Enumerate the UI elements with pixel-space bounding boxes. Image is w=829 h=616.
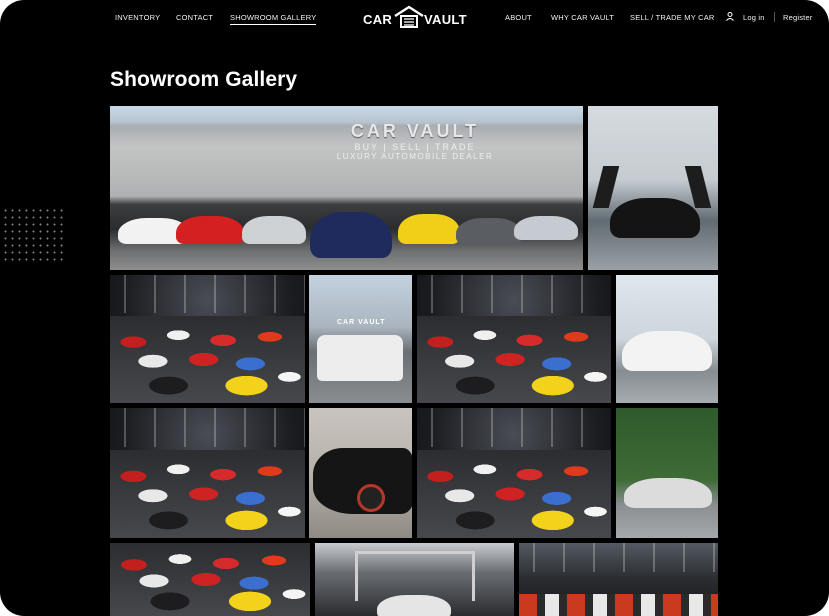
- user-icon: [726, 12, 734, 21]
- showroom-exterior-image[interactable]: CAR VAULT BUY | SELL | TRADE LUXURY AUTO…: [110, 106, 583, 270]
- ceiling-lights: [417, 408, 611, 447]
- parked-cars: [417, 315, 611, 403]
- car-shape: [514, 216, 578, 240]
- car-shape: [317, 335, 403, 381]
- page-title: Showroom Gallery: [110, 68, 298, 91]
- garage-image-1[interactable]: [110, 275, 305, 403]
- car-shape: [377, 595, 451, 616]
- car-shape: [624, 478, 712, 508]
- hero-sign-sub2: LUXURY AUTOMOBILE DEALER: [336, 152, 494, 161]
- garage-image-4[interactable]: [417, 408, 611, 538]
- nav-why-car-vault-link[interactable]: WHY CAR VAULT: [551, 13, 614, 22]
- hero-sign-sub1: BUY | SELL | TRADE: [354, 142, 476, 152]
- outdoor-lambo-image[interactable]: [616, 408, 718, 538]
- car-shape: [456, 218, 522, 244]
- car-shape: [398, 214, 460, 244]
- ceiling-lights: [110, 408, 305, 447]
- car-shape: [176, 216, 244, 244]
- garage-image-7[interactable]: [519, 543, 718, 616]
- ceiling-lights: [110, 275, 305, 314]
- nav-inventory-link[interactable]: INVENTORY: [115, 13, 160, 22]
- top-navigation: INVENTORY CONTACT SHOWROOM GALLERY CAR V…: [0, 0, 829, 36]
- garage-image-5[interactable]: [110, 543, 310, 616]
- hero-sign-text: CAR VAULT: [350, 121, 480, 141]
- car-vault-logo[interactable]: CAR VAULT: [363, 5, 467, 29]
- nav-divider: [774, 12, 775, 22]
- garage-image-3[interactable]: [110, 408, 305, 538]
- register-link[interactable]: Register: [783, 13, 813, 22]
- vault-house-icon: [394, 5, 424, 28]
- nav-sell-trade-link[interactable]: SELL / TRADE MY CAR: [630, 13, 715, 22]
- page-frame: INVENTORY CONTACT SHOWROOM GALLERY CAR V…: [0, 0, 829, 616]
- lamborghini-image[interactable]: [588, 106, 718, 270]
- parked-cars: [417, 449, 611, 538]
- ceiling-lights: [417, 275, 611, 314]
- login-link[interactable]: Log in: [743, 13, 765, 22]
- garage-frame-shape: [355, 551, 475, 601]
- urus-image[interactable]: [309, 408, 412, 538]
- car-shape: [622, 331, 712, 371]
- parked-cars: [110, 315, 305, 403]
- garage-image-2[interactable]: [417, 275, 611, 403]
- garage-image-6[interactable]: [315, 543, 514, 616]
- car-shape: [242, 216, 306, 244]
- wheel-shape: [357, 484, 385, 512]
- car-shape: [610, 198, 700, 238]
- car-shape: [310, 212, 392, 258]
- building-sign: CAR VAULT: [337, 319, 386, 326]
- gclass-image[interactable]: CAR VAULT: [309, 275, 412, 403]
- nav-about-link[interactable]: ABOUT: [505, 13, 532, 22]
- car-door-shape: [684, 166, 712, 208]
- car-door-shape: [592, 166, 620, 208]
- logo-text-left: CAR: [363, 12, 393, 27]
- rolls-royce-image[interactable]: [616, 275, 718, 403]
- decorative-dot-grid: [2, 207, 66, 261]
- parked-cars: [110, 543, 310, 616]
- parked-cars: [110, 449, 305, 538]
- nav-contact-link[interactable]: CONTACT: [176, 13, 213, 22]
- logo-text-right: VAULT: [424, 12, 467, 27]
- nav-showroom-gallery-link[interactable]: SHOWROOM GALLERY: [230, 13, 317, 25]
- ceiling-lights: [519, 543, 718, 573]
- parked-cars: [519, 594, 718, 616]
